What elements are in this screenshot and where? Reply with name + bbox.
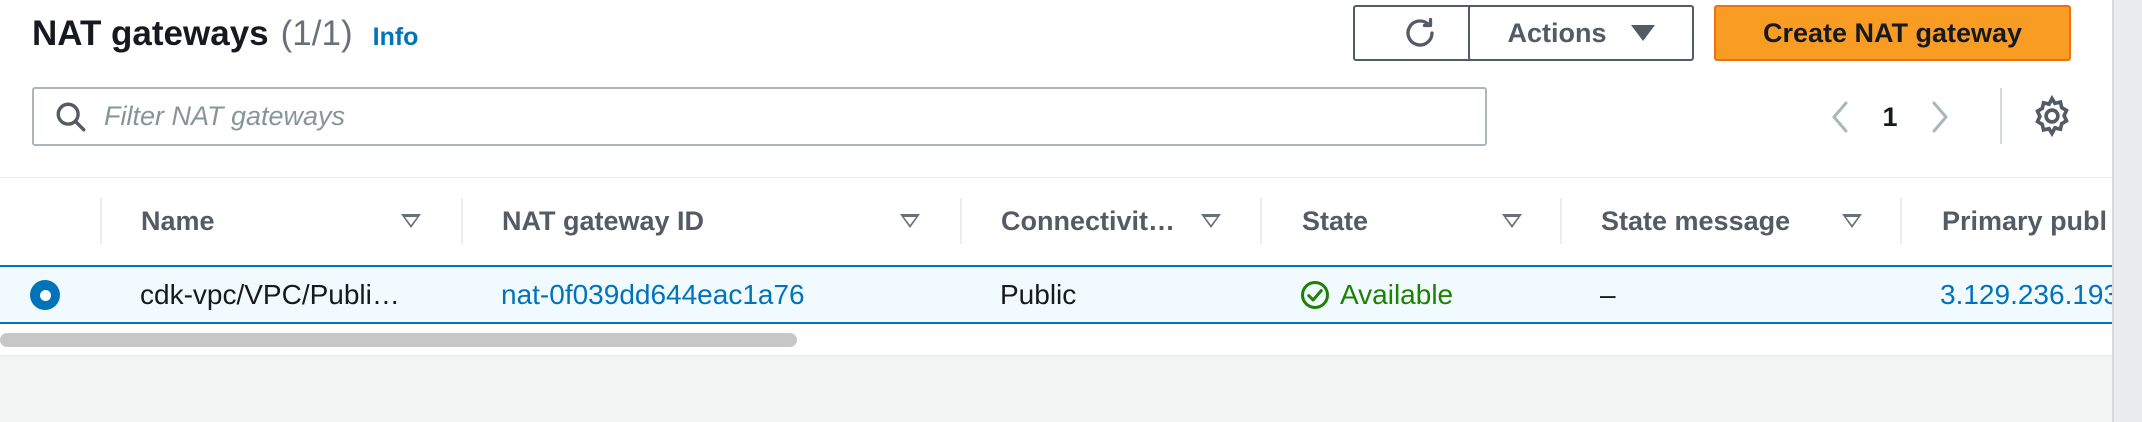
sort-caret-icon[interactable]: [1842, 214, 1862, 228]
current-page-number[interactable]: 1: [1860, 102, 1920, 133]
nat-gateways-panel: NAT gateways (1/1) Info Actions Create N…: [0, 0, 2112, 356]
table-header: Name NAT gateway ID Connectivit… State S…: [0, 178, 2112, 264]
column-header-state-message[interactable]: State message: [1601, 178, 1901, 264]
pagination-divider: [2000, 88, 2002, 144]
column-label-state-message: State message: [1601, 205, 1791, 236]
column-header-name[interactable]: Name: [141, 178, 461, 264]
info-link[interactable]: Info: [373, 23, 419, 52]
column-separator: [1560, 198, 1562, 244]
column-separator: [1260, 198, 1262, 244]
settings-gear-icon[interactable]: [2030, 94, 2074, 138]
cell-state: Available: [1300, 267, 1453, 322]
column-separator: [960, 198, 962, 244]
column-label-name: Name: [141, 205, 215, 236]
sort-caret-icon[interactable]: [1502, 214, 1522, 228]
search-icon: [56, 102, 86, 131]
column-label-state: State: [1302, 205, 1369, 236]
sort-caret-icon[interactable]: [1201, 214, 1221, 228]
sort-caret-icon[interactable]: [900, 214, 920, 228]
column-separator: [461, 198, 463, 244]
item-count: (1/1): [280, 14, 353, 53]
filter-input[interactable]: [102, 100, 1406, 133]
state-label: Available: [1340, 278, 1454, 310]
previous-page-button[interactable]: [1820, 92, 1860, 142]
column-separator: [100, 198, 102, 244]
horizontal-scrollbar[interactable]: [0, 333, 797, 347]
column-label-connectivity: Connectivit…: [1001, 205, 1176, 236]
actions-dropdown[interactable]: Actions: [1468, 5, 1694, 61]
refresh-icon: [1405, 17, 1434, 47]
column-separator: [1900, 198, 1902, 244]
cell-nat-gateway-id-link[interactable]: nat-0f039dd644eac1a76: [501, 267, 805, 322]
column-header-connectivity[interactable]: Connectivit…: [1001, 178, 1261, 264]
column-label-primary-public-ip: Primary publ: [1942, 205, 2108, 236]
check-circle-icon: [1301, 280, 1329, 309]
page-title: NAT gateways: [32, 14, 269, 53]
vertical-scroll-edge: [2112, 0, 2142, 422]
column-label-nat-gateway-id: NAT gateway ID: [502, 205, 705, 236]
create-nat-gateway-button[interactable]: Create NAT gateway: [1714, 5, 2071, 61]
actions-label: Actions: [1507, 17, 1607, 48]
cell-state-message: –: [1600, 278, 1616, 310]
sort-caret-icon[interactable]: [401, 214, 421, 228]
radio-dot: [39, 289, 51, 301]
primary-public-ip-text: 3.129.236.193: [1940, 278, 2112, 310]
row-select-radio[interactable]: [30, 280, 60, 310]
page-header: NAT gateways (1/1) Info: [32, 14, 418, 58]
caret-down-icon: [1630, 25, 1655, 41]
column-header-nat-gateway-id[interactable]: NAT gateway ID: [502, 178, 962, 264]
next-page-button[interactable]: [1920, 92, 1960, 142]
filter-search-box[interactable]: [32, 87, 1487, 146]
cell-connectivity: Public: [1000, 278, 1077, 310]
cell-name: cdk-vpc/VPC/Publi…: [140, 278, 400, 310]
chevron-right-icon: [1932, 101, 1948, 133]
pagination: 1: [1820, 92, 1960, 142]
chevron-left-icon: [1832, 101, 1848, 133]
cell-primary-public-ip-link[interactable]: 3.129.236.193: [1940, 267, 2112, 322]
table-row[interactable]: cdk-vpc/VPC/Publi… nat-0f039dd644eac1a76…: [0, 265, 2112, 324]
column-header-primary-public-ip[interactable]: Primary publ: [1942, 178, 2112, 264]
refresh-button[interactable]: [1353, 5, 1486, 61]
column-header-state[interactable]: State: [1302, 178, 1562, 264]
